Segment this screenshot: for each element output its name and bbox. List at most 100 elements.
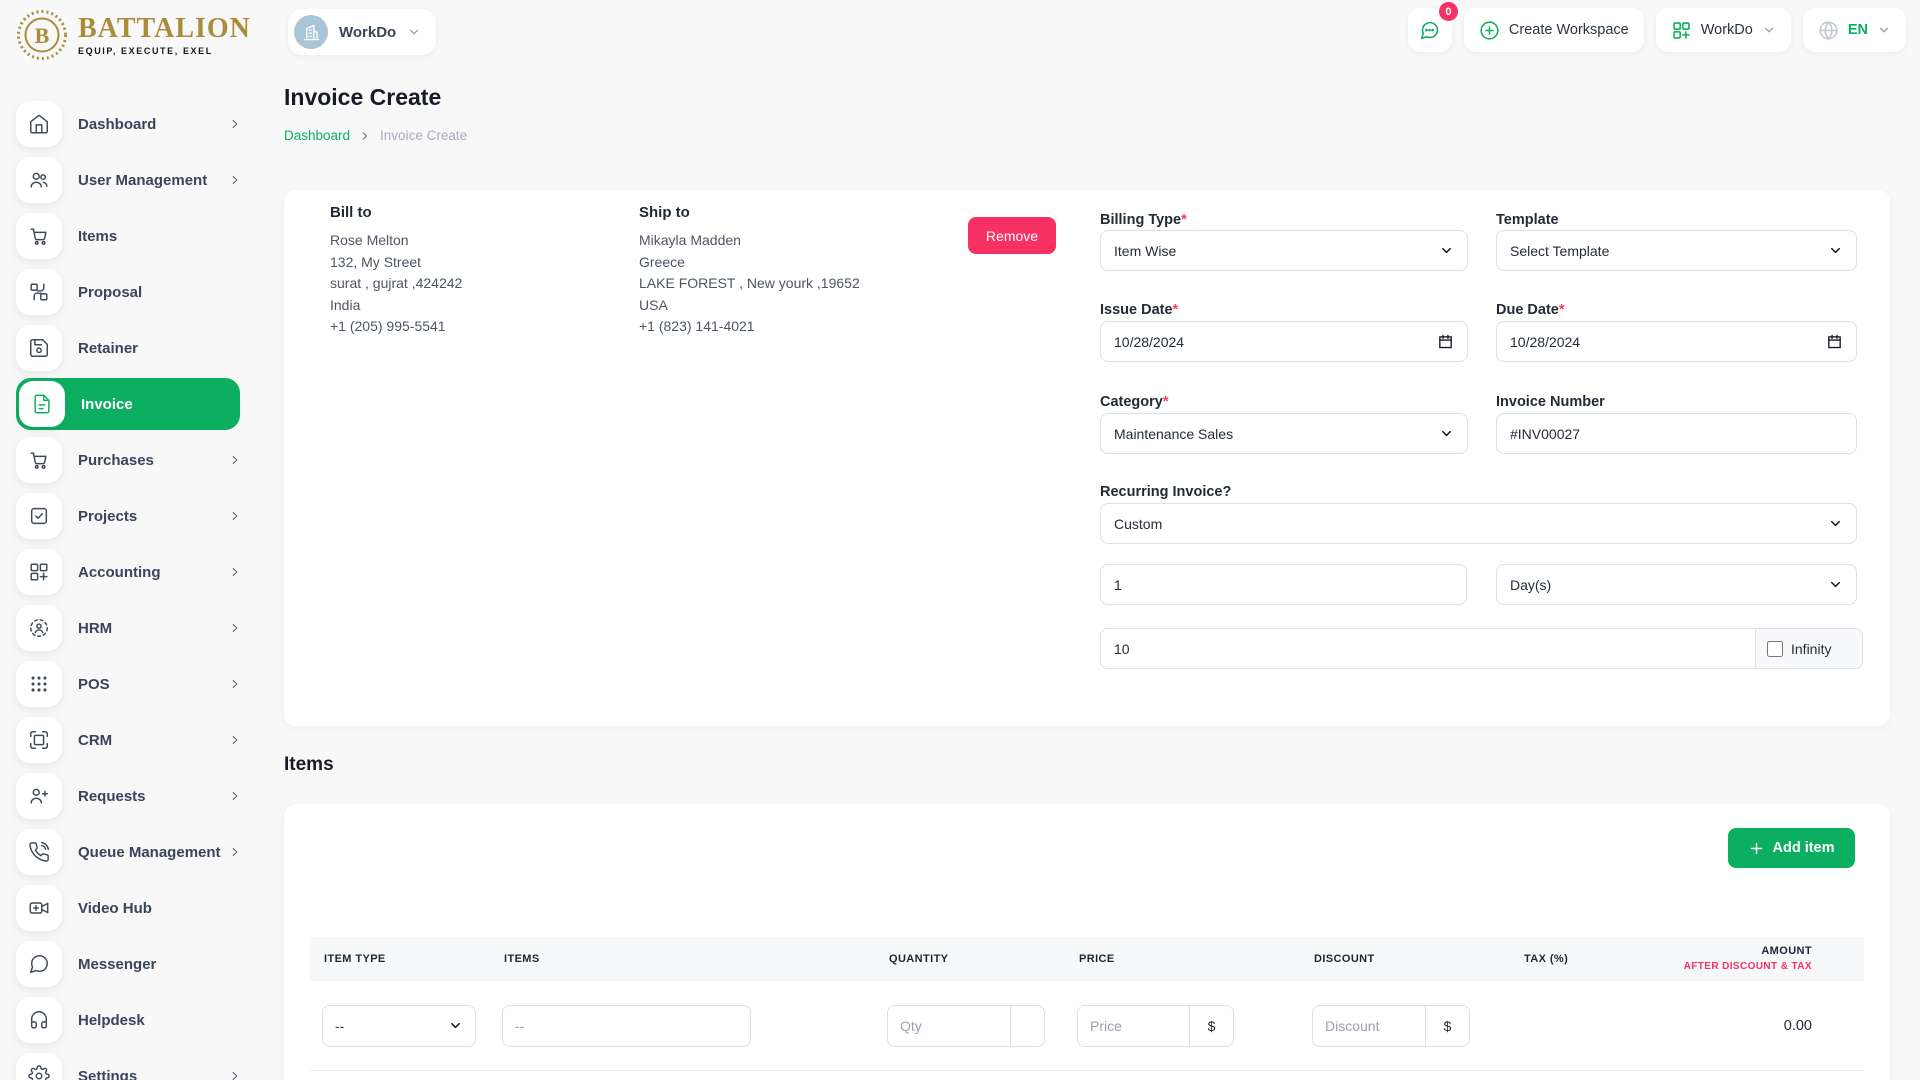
- infinity-checkbox[interactable]: [1767, 641, 1783, 657]
- sidebar-item-projects[interactable]: Projects: [0, 488, 266, 544]
- remove-customer-button[interactable]: Remove: [968, 217, 1056, 254]
- interval-count-input[interactable]: [1100, 564, 1467, 605]
- price-input[interactable]: [1078, 1006, 1189, 1046]
- chevron-right-icon: [228, 173, 242, 187]
- sidebar-item-settings[interactable]: Settings: [0, 1048, 266, 1080]
- discount-cell: $: [1300, 1005, 1510, 1047]
- category-select[interactable]: Maintenance Sales: [1100, 413, 1468, 454]
- add-item-label: Add item: [1772, 840, 1834, 856]
- brand-logo[interactable]: B BATTALION EQUIP, EXECUTE, EXEL: [16, 9, 251, 61]
- home-icon: [16, 101, 62, 147]
- item-name-input[interactable]: [502, 1005, 751, 1047]
- breadcrumb-dashboard-link[interactable]: Dashboard: [284, 128, 350, 143]
- language-selector[interactable]: EN: [1803, 8, 1906, 52]
- template-value: Select Template: [1510, 243, 1828, 259]
- col-tax: TAX (%): [1510, 953, 1640, 965]
- ship-to-block: Ship to Mikayla Madden Greece LAKE FORES…: [639, 204, 904, 338]
- billing-type-value: Item Wise: [1114, 243, 1439, 259]
- interval-unit-select[interactable]: Day(s): [1496, 564, 1857, 605]
- interval-unit-value: Day(s): [1510, 577, 1828, 593]
- brand-text: BATTALION EQUIP, EXECUTE, EXEL: [78, 15, 251, 56]
- breadcrumb: Dashboard Invoice Create: [284, 128, 467, 143]
- items-cell: [490, 1005, 875, 1047]
- sidebar-item-accounting[interactable]: Accounting: [0, 544, 266, 600]
- sidebar-item-label: Video Hub: [78, 900, 152, 917]
- workspace-switcher[interactable]: WorkDo: [288, 9, 436, 55]
- chevron-down-icon: [1828, 243, 1843, 258]
- sidebar-item-requests[interactable]: Requests: [0, 768, 266, 824]
- address-line: Greece: [639, 252, 904, 274]
- billing-type-select[interactable]: Item Wise: [1100, 230, 1468, 271]
- col-amount: AMOUNT AFTER DISCOUNT & TAX: [1640, 945, 1864, 973]
- due-date-label: Due Date*: [1496, 302, 1565, 318]
- items-card: Add item ITEM TYPE ITEMS QUANTITY PRICE …: [284, 804, 1890, 1080]
- plus-icon: [1748, 840, 1765, 857]
- sidebar-item-invoice[interactable]: Invoice: [16, 378, 240, 430]
- issue-date-label: Issue Date*: [1100, 302, 1178, 318]
- create-workspace-label: Create Workspace: [1509, 22, 1629, 38]
- item-type-select[interactable]: --: [322, 1005, 476, 1047]
- discount-input[interactable]: [1313, 1006, 1425, 1046]
- chat-bubble-icon: [1419, 20, 1440, 41]
- cart-icon: [16, 213, 62, 259]
- sidebar-item-queue-management[interactable]: Queue Management: [0, 824, 266, 880]
- category-value: Maintenance Sales: [1114, 426, 1439, 442]
- sidebar-item-user-management[interactable]: User Management: [0, 152, 266, 208]
- sidebar-item-dashboard[interactable]: Dashboard: [0, 96, 266, 152]
- due-date-input[interactable]: 10/28/2024: [1496, 321, 1857, 362]
- sidebar-item-label: Settings: [78, 1068, 137, 1080]
- price-input-group: $: [1077, 1005, 1234, 1047]
- invoice-number-label: Invoice Number: [1496, 394, 1605, 410]
- issue-date-input[interactable]: 10/28/2024: [1100, 321, 1468, 362]
- frame-icon: [16, 717, 62, 763]
- quantity-input-group: [887, 1005, 1045, 1047]
- workdo-apps-button[interactable]: WorkDo: [1656, 8, 1791, 52]
- chevron-down-icon: [1439, 243, 1454, 258]
- chevron-down-icon: [1439, 426, 1454, 441]
- video-camera-icon: [16, 885, 62, 931]
- sidebar-item-label: CRM: [78, 732, 112, 749]
- sidebar-item-items[interactable]: Items: [0, 208, 266, 264]
- address-line: Mikayla Madden: [639, 230, 904, 252]
- add-item-button[interactable]: Add item: [1728, 828, 1855, 868]
- chevron-right-icon: [228, 1069, 242, 1080]
- infinity-label: Infinity: [1791, 641, 1831, 657]
- sidebar-item-label: Invoice: [81, 396, 133, 413]
- items-table-header: ITEM TYPE ITEMS QUANTITY PRICE DISCOUNT …: [310, 937, 1864, 981]
- col-price: PRICE: [1065, 953, 1300, 965]
- sidebar-item-helpdesk[interactable]: Helpdesk: [0, 992, 266, 1048]
- col-item-type: ITEM TYPE: [310, 953, 490, 965]
- messages-button[interactable]: 0: [1408, 8, 1452, 52]
- chevron-down-icon: [448, 1018, 463, 1033]
- brand-name: BATTALION: [78, 15, 251, 43]
- chevron-right-icon: [228, 565, 242, 579]
- create-workspace-button[interactable]: Create Workspace: [1464, 8, 1644, 52]
- address-line: Rose Melton: [330, 230, 595, 252]
- sidebar-item-hrm[interactable]: HRM: [0, 600, 266, 656]
- sidebar-item-crm[interactable]: CRM: [0, 712, 266, 768]
- sidebar-item-video-hub[interactable]: Video Hub: [0, 880, 266, 936]
- sidebar-item-messenger[interactable]: Messenger: [0, 936, 266, 992]
- chevron-down-icon: [1828, 516, 1843, 531]
- sidebar-item-pos[interactable]: POS: [0, 656, 266, 712]
- cycles-input[interactable]: [1101, 629, 1755, 668]
- svg-text:B: B: [35, 23, 50, 48]
- chevron-right-icon: [228, 117, 242, 131]
- sidebar-item-proposal[interactable]: Proposal: [0, 264, 266, 320]
- recurring-invoice-select[interactable]: Custom: [1100, 503, 1857, 544]
- chevron-down-icon: [407, 25, 421, 39]
- template-select[interactable]: Select Template: [1496, 230, 1857, 271]
- price-cell: $: [1065, 1005, 1300, 1047]
- invoice-number-input[interactable]: [1496, 413, 1857, 454]
- sidebar-nav: Dashboard User Management Items Proposal…: [0, 70, 266, 1080]
- sidebar-item-retainer[interactable]: Retainer: [0, 320, 266, 376]
- discount-input-group: $: [1312, 1005, 1470, 1047]
- sidebar-item-purchases[interactable]: Purchases: [0, 432, 266, 488]
- quantity-input[interactable]: [888, 1006, 1010, 1046]
- items-section-heading: Items: [284, 754, 334, 776]
- required-asterisk: *: [1163, 394, 1169, 410]
- invoice-form-card: Bill to Rose Melton 132, My Street surat…: [284, 190, 1890, 726]
- amount-header-subtitle: AFTER DISCOUNT & TAX: [1654, 961, 1812, 974]
- main-content: Invoice Create Dashboard Invoice Create …: [266, 70, 1920, 1080]
- swap-squares-icon: [16, 269, 62, 315]
